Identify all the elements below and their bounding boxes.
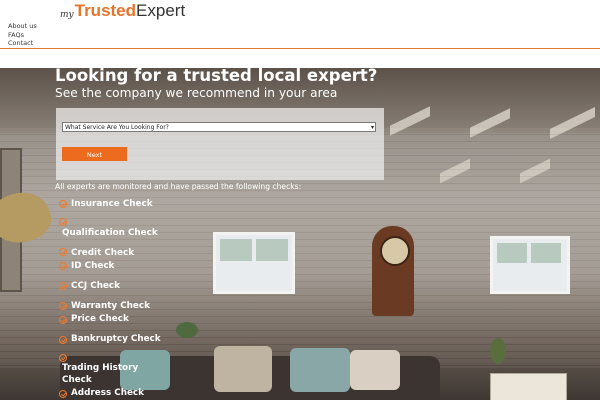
- check-insurance: Insurance Check: [71, 199, 153, 209]
- check-price: Price Check: [71, 314, 129, 324]
- hero-subhead: See the company we recommend in your are…: [55, 86, 338, 100]
- service-search-panel: What Service Are You Looking For? ▾ Next: [56, 108, 384, 180]
- check-qualification: Qualification Check: [62, 228, 158, 238]
- grandfather-clock: [372, 226, 414, 316]
- main-nav: About us FAQs Contact: [8, 22, 37, 48]
- check-icon: [59, 200, 67, 208]
- plant: [490, 338, 506, 364]
- logo-expert: Expert: [136, 1, 186, 20]
- site-logo[interactable]: my Trusted Expert: [60, 0, 186, 21]
- next-button[interactable]: Next: [62, 147, 127, 161]
- nav-faqs[interactable]: FAQs: [8, 31, 37, 40]
- check-id: ID Check: [71, 261, 115, 271]
- plant: [176, 322, 198, 338]
- check-credit: Credit Check: [71, 248, 135, 258]
- check-ccj: CCJ Check: [71, 281, 120, 291]
- nav-contact[interactable]: Contact: [8, 39, 37, 48]
- service-select[interactable]: What Service Are You Looking For? ▾: [62, 122, 376, 132]
- check-address: Address Check: [71, 388, 144, 398]
- check-bankruptcy: Bankruptcy Check: [71, 334, 161, 344]
- check-icon: [59, 302, 67, 310]
- hero-headline: Looking for a trusted local expert?: [55, 66, 378, 85]
- logo-trusted: Trusted: [74, 1, 137, 20]
- check-icon: [59, 354, 67, 362]
- sideboard: [490, 373, 567, 400]
- check-icon: [59, 262, 67, 270]
- dropdown-arrow-icon: ▾: [370, 124, 374, 131]
- check-warranty: Warranty Check: [71, 301, 150, 311]
- check-icon: [59, 248, 67, 256]
- check-icon: [59, 282, 67, 290]
- service-select-value: What Service Are You Looking For?: [65, 124, 169, 131]
- check-icon: [59, 218, 67, 226]
- check-icon: [59, 316, 67, 324]
- checks-intro: All experts are monitored and have passe…: [55, 182, 302, 191]
- check-icon: [59, 390, 67, 398]
- site-header: my Trusted Expert About us FAQs Contact: [0, 0, 600, 49]
- check-trading-history: Trading History Check: [62, 363, 139, 385]
- wall-window-right: [490, 236, 570, 294]
- check-icon: [59, 336, 67, 344]
- wall-window-left: [213, 232, 295, 294]
- nav-about-us[interactable]: About us: [8, 22, 37, 31]
- logo-my: my: [60, 10, 74, 20]
